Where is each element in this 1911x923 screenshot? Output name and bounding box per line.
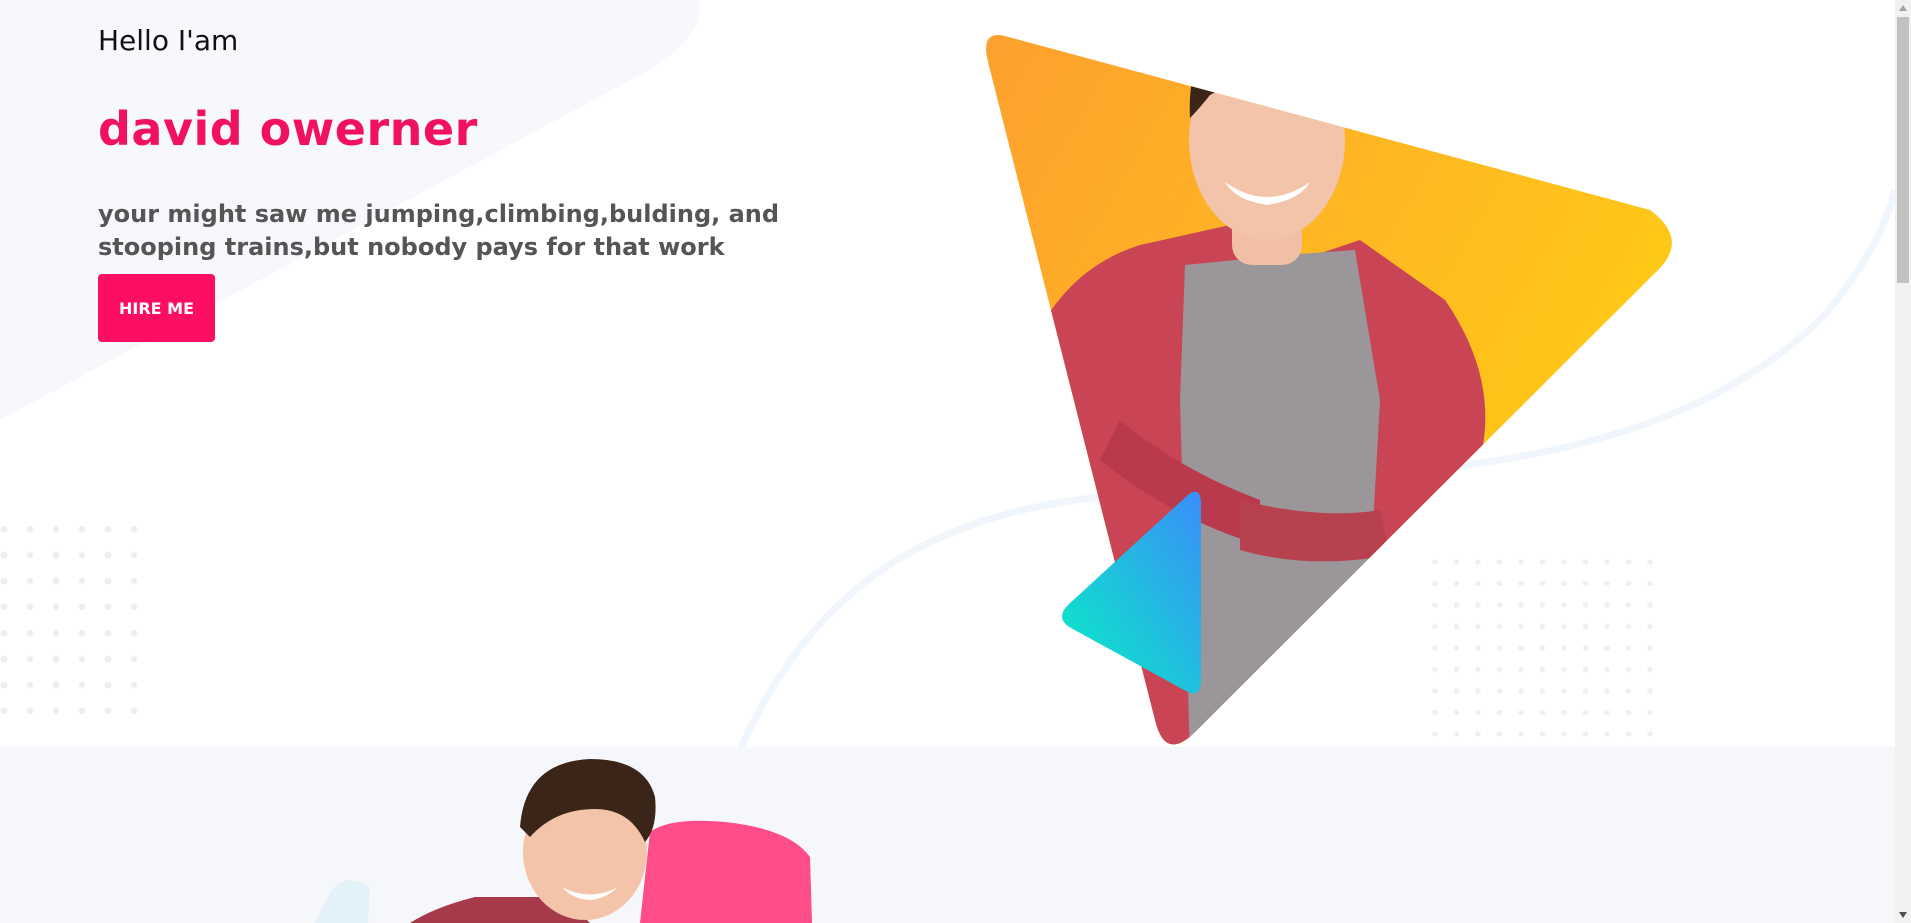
about-section-preview xyxy=(0,747,1895,923)
about-portrait-illustration xyxy=(315,759,812,923)
triangle-up-icon[interactable] xyxy=(1895,0,1911,16)
hero-tagline: your might saw me jumping,climbing,buldi… xyxy=(98,200,780,261)
scrollbar-thumb[interactable] xyxy=(1897,17,1909,283)
dot-pattern-left xyxy=(0,520,140,730)
vertical-scrollbar[interactable] xyxy=(1895,0,1911,923)
hero-portrait-illustration xyxy=(986,35,1672,745)
triangle-down-icon[interactable] xyxy=(1895,907,1911,923)
pink-shape xyxy=(640,820,812,923)
light-blue-shape xyxy=(315,880,370,923)
portfolio-page: Hello I'am david owerner your might saw … xyxy=(0,0,1911,923)
hero-greeting: Hello I'am xyxy=(98,24,239,57)
hero-name: david owerner xyxy=(98,102,478,156)
hire-me-button[interactable]: HIRE ME xyxy=(98,274,215,342)
person-photo-small xyxy=(410,759,656,923)
hero-section: Hello I'am david owerner your might saw … xyxy=(0,0,1895,747)
